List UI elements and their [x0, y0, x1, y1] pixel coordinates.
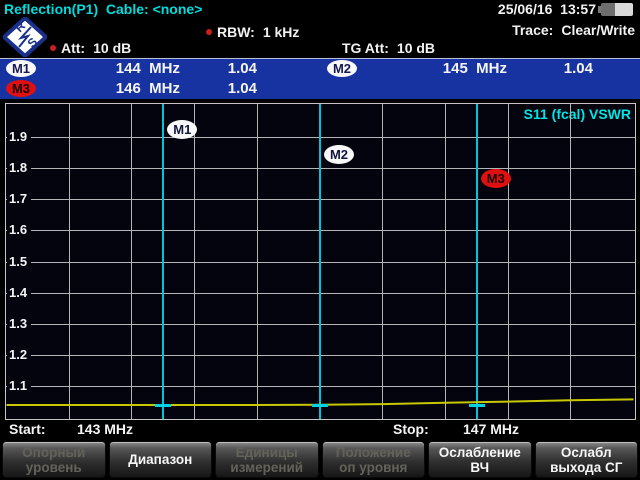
rbw-value: 1 kHz — [263, 24, 300, 40]
rbw-readout: RBW: 1 kHz — [206, 24, 299, 40]
marker-badge-m2: M2 — [327, 60, 357, 77]
softkey-2[interactable]: Диапазон — [109, 441, 213, 478]
softkey-4: Положениеоп уровня — [322, 441, 426, 478]
marker-m2-freq: 145 MHz — [400, 60, 507, 77]
softkey-bar: ОпорныйуровеньДиапазонЕдиницыизмеренийПо… — [0, 441, 640, 478]
stop-freq-label: Stop: — [393, 421, 429, 437]
vswr-trace — [6, 104, 635, 419]
marker-tick-m3 — [469, 404, 485, 407]
stop-freq-value: 147 MHz — [463, 421, 519, 437]
marker-m1-value: 1.04 — [185, 60, 257, 77]
analyzer-screen: Reflection(P1) Cable: <none> 25/06/16 13… — [0, 0, 640, 480]
trace-mode-value: Clear/Write — [561, 22, 635, 38]
marker-tick-m2 — [312, 404, 328, 407]
marker-m3-freq: 146 MHz — [70, 80, 180, 97]
marker-badge-m1: M1 — [6, 60, 36, 77]
softkey-label: оп уровня — [339, 460, 407, 475]
datetime-display: 25/06/16 13:57 — [498, 1, 596, 17]
softkey-label: Ослабл — [561, 445, 612, 460]
softkey-label: Ослабление — [439, 445, 521, 460]
softkey-label: уровень — [26, 460, 82, 475]
tg-att-readout: TG Att: 10 dB — [342, 40, 435, 56]
softkey-label: Положение — [336, 445, 411, 460]
rbw-coupled-dot-icon — [206, 29, 212, 35]
battery-icon — [598, 3, 634, 16]
softkey-label: ВЧ — [470, 460, 489, 475]
marker-m2-value: 1.04 — [520, 60, 593, 77]
marker-flag-m3[interactable]: M3 — [481, 169, 511, 188]
rohde-schwarz-logo: R S — [3, 17, 47, 57]
marker-table-row: M1 144 MHz 1.04 M2 145 MHz 1.04 — [0, 59, 640, 79]
tg-att-value: 10 dB — [397, 40, 435, 56]
title-bar: Reflection(P1) Cable: <none> 25/06/16 13… — [0, 0, 640, 19]
marker-badge-m3: M3 — [6, 80, 36, 97]
trace-label: Trace: — [512, 22, 553, 38]
vswr-plot: S11 (fcal) VSWR 1.91.81.71.61.51.41.31.2… — [5, 103, 636, 420]
marker-table-row: M3 146 MHz 1.04 — [0, 79, 640, 99]
marker-m1-freq: 144 MHz — [70, 60, 180, 77]
softkey-6[interactable]: Ослаблвыхода СГ — [535, 441, 639, 478]
softkey-label: выхода СГ — [550, 460, 622, 475]
softkey-5[interactable]: ОслаблениеВЧ — [428, 441, 532, 478]
att-label: Att: — [61, 40, 85, 56]
softkey-label: Диапазон — [128, 452, 192, 467]
att-coupled-dot-icon — [50, 45, 56, 51]
rbw-label: RBW: — [217, 24, 255, 40]
softkey-1: Опорныйуровень — [2, 441, 106, 478]
softkey-3: Единицыизмерений — [215, 441, 319, 478]
marker-tick-m1 — [155, 404, 171, 407]
tg-att-label: TG Att: — [342, 40, 389, 56]
start-freq-value: 143 MHz — [77, 421, 133, 437]
softkey-label: Единицы — [236, 445, 298, 460]
trace-readout: Trace: Clear/Write — [512, 22, 635, 38]
measurement-title: Reflection(P1) Cable: <none> — [4, 1, 202, 17]
att-value: 10 dB — [93, 40, 131, 56]
marker-flag-m2[interactable]: M2 — [324, 145, 354, 164]
softkey-label: измерений — [230, 460, 303, 475]
marker-m3-value: 1.04 — [185, 80, 257, 97]
softkey-label: Опорный — [22, 445, 85, 460]
marker-table: M1 144 MHz 1.04 M2 145 MHz 1.04 M3 146 M… — [0, 59, 640, 99]
att-readout: Att: 10 dB — [50, 40, 131, 56]
start-freq-label: Start: — [9, 421, 46, 437]
